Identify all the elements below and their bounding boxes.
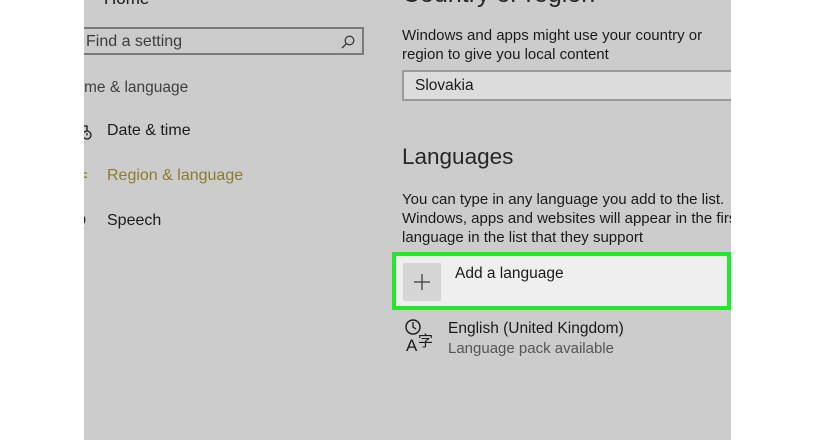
plus-icon <box>414 274 430 290</box>
svg-text:A: A <box>406 336 418 355</box>
globe-icon <box>84 171 88 182</box>
country-selected-value: Slovakia <box>415 77 474 94</box>
settings-window: Home Find a setting me & language Date &… <box>84 0 731 440</box>
search-icon[interactable] <box>340 34 356 50</box>
plus-icon-box[interactable] <box>403 263 441 301</box>
language-icon: A 字 <box>405 319 433 355</box>
sidebar-item-speech[interactable]: Speech <box>84 208 364 238</box>
svg-text:字: 字 <box>418 332 433 350</box>
language-name: English (United Kingdom) <box>448 320 624 337</box>
languages-description: You can type in any language you add to … <box>402 191 731 246</box>
microphone-icon <box>84 215 86 229</box>
sidebar-item-label: Region & language <box>107 167 244 184</box>
nav-section-heading: me & language <box>84 79 189 96</box>
add-language-button[interactable]: Add a language <box>392 252 731 310</box>
sidebar-item-label: Speech <box>107 212 162 229</box>
calendar-clock-icon <box>84 125 92 140</box>
languages-title: Languages <box>402 144 514 169</box>
search-input[interactable]: Find a setting <box>86 33 182 51</box>
country-region-description: Windows and apps might use your country … <box>402 27 703 63</box>
add-language-label: Add a language <box>455 265 564 282</box>
country-region-title: Country or region <box>402 0 595 9</box>
language-status: Language pack available <box>448 340 614 357</box>
search-box[interactable]: Find a setting <box>84 27 364 55</box>
sidebar-item-date-time[interactable]: Date & time <box>84 118 364 148</box>
sidebar-item-region-language[interactable]: Region & language <box>84 163 364 193</box>
country-dropdown[interactable]: Slovakia <box>402 70 731 101</box>
sidebar-item-label: Date & time <box>107 122 191 139</box>
language-list-item[interactable]: A 字 English (United Kingdom) Language pa… <box>402 318 731 360</box>
nav-home-label[interactable]: Home <box>104 0 149 9</box>
